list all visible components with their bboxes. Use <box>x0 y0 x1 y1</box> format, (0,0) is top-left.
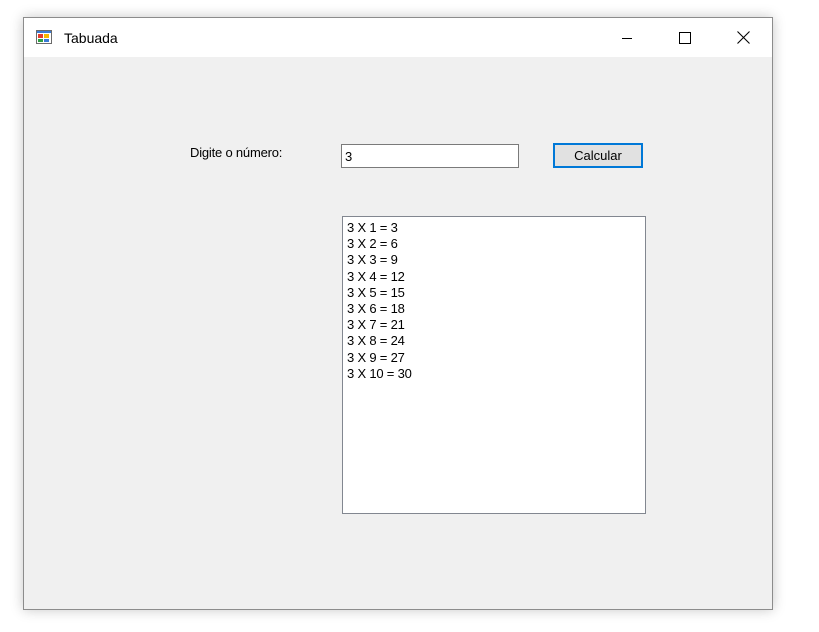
close-icon <box>736 31 750 44</box>
result-item[interactable]: 3 X 3 = 9 <box>347 252 641 268</box>
calculate-button[interactable]: Calcular <box>553 143 643 168</box>
title-bar[interactable]: Tabuada <box>24 18 772 57</box>
result-item[interactable]: 3 X 9 = 27 <box>347 350 641 366</box>
number-prompt-label: Digite o número: <box>190 145 283 160</box>
maximize-button[interactable] <box>656 18 714 57</box>
result-item[interactable]: 3 X 1 = 3 <box>347 220 641 236</box>
close-button[interactable] <box>714 18 772 57</box>
app-icon[interactable] <box>36 29 52 45</box>
result-item[interactable]: 3 X 5 = 15 <box>347 285 641 301</box>
app-window: Tabuada Digite o número: Calcular 3 X 1 … <box>23 17 773 610</box>
number-input[interactable] <box>341 144 519 168</box>
minimize-icon <box>621 32 633 44</box>
results-listbox[interactable]: 3 X 1 = 3 3 X 2 = 6 3 X 3 = 9 3 X 4 = 12… <box>342 216 646 514</box>
result-item[interactable]: 3 X 7 = 21 <box>347 317 641 333</box>
result-item[interactable]: 3 X 6 = 18 <box>347 301 641 317</box>
maximize-icon <box>679 31 691 44</box>
minimize-button[interactable] <box>598 18 656 57</box>
result-item[interactable]: 3 X 4 = 12 <box>347 269 641 285</box>
result-item[interactable]: 3 X 10 = 30 <box>347 366 641 382</box>
result-item[interactable]: 3 X 8 = 24 <box>347 333 641 349</box>
result-item[interactable]: 3 X 2 = 6 <box>347 236 641 252</box>
form-client-area: Digite o número: Calcular 3 X 1 = 3 3 X … <box>24 57 772 609</box>
window-title: Tabuada <box>64 30 118 46</box>
